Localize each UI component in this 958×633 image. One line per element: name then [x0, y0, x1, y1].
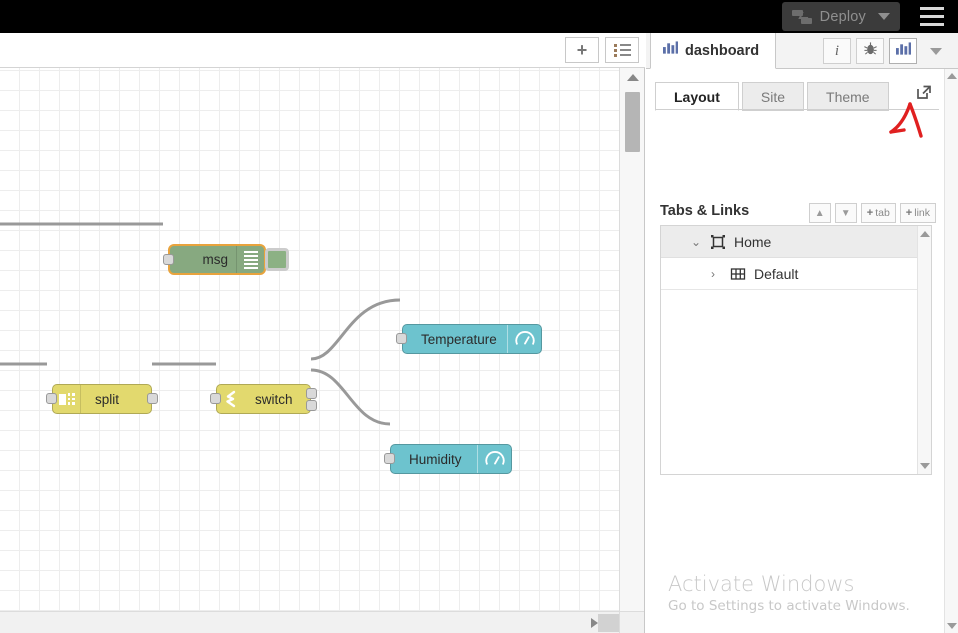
tree-item-label: Default [754, 265, 799, 282]
node-input-port[interactable] [396, 333, 407, 344]
chevron-down-icon[interactable]: ⌄ [691, 235, 705, 249]
tree-scrollbar[interactable] [917, 226, 931, 474]
node-label: msg [202, 252, 228, 267]
workspace-tabbar: + [0, 33, 645, 68]
tab-layout[interactable]: Layout [655, 82, 739, 111]
add-tab-button[interactable]: + tab [860, 203, 896, 223]
node-humidity-gauge[interactable]: Humidity [384, 444, 512, 474]
app-header: Deploy [0, 0, 958, 33]
scroll-up-arrow[interactable] [920, 231, 930, 237]
node-red-editor: Deploy + msg split switch Temperature Hu… [0, 0, 958, 633]
external-link-icon[interactable] [914, 82, 936, 104]
scroll-down-arrow[interactable] [947, 623, 957, 629]
debug-tab-button[interactable] [856, 38, 884, 64]
chevron-right-icon[interactable]: › [711, 267, 725, 281]
sidebar-header: dashboard i [646, 33, 958, 69]
node-label: Humidity [409, 451, 462, 467]
node-output-port[interactable] [147, 393, 158, 404]
right-sidebar: dashboard i Layout Site Theme Tabs & Lin… [646, 33, 958, 633]
vscroll-thumb[interactable] [625, 92, 640, 152]
scrollbar-corner [619, 611, 644, 633]
add-tab-label: tab [875, 207, 890, 219]
node-temperature-gauge[interactable]: Temperature [396, 324, 542, 354]
add-flow-tab-button[interactable]: + [565, 37, 599, 63]
tree-item-label: Home [734, 233, 772, 250]
node-input-port[interactable] [163, 254, 174, 265]
node-input-port[interactable] [210, 393, 221, 404]
debug-lines-icon [236, 246, 264, 273]
sidebar-tab-label: dashboard [685, 42, 760, 59]
list-flows-button[interactable] [605, 37, 639, 63]
info-tab-button[interactable]: i [823, 38, 851, 64]
node-output-port-2[interactable] [306, 400, 317, 411]
chart-icon [895, 41, 911, 61]
tab-theme-label: Theme [826, 88, 870, 105]
debug-toggle-button[interactable] [265, 248, 289, 271]
add-link-button[interactable]: + link [899, 203, 936, 223]
node-input-port[interactable] [384, 453, 395, 464]
node-input-port[interactable] [46, 393, 57, 404]
node-split[interactable]: split [46, 384, 158, 414]
deploy-button-label: Deploy [819, 8, 866, 25]
tab-site[interactable]: Site [741, 82, 805, 111]
tree-item-default[interactable]: › Default [661, 258, 931, 290]
chevron-down-icon: ▼ [840, 207, 851, 219]
scroll-up-arrow[interactable] [627, 74, 639, 81]
scroll-up-arrow[interactable] [947, 73, 957, 79]
plus-icon: + [866, 207, 874, 219]
more-sidebar-tabs-button[interactable] [922, 38, 950, 64]
sidebar-tab-dashboard[interactable]: dashboard [650, 33, 777, 69]
tab-site-label: Site [760, 88, 786, 105]
node-output-port-1[interactable] [306, 388, 317, 399]
node-label: split [95, 391, 120, 407]
chevron-down-icon[interactable] [878, 13, 890, 20]
node-label: Temperature [421, 331, 497, 347]
add-link-label: link [914, 207, 930, 219]
chevron-down-icon [930, 47, 942, 55]
hamburger-menu-icon[interactable] [914, 0, 950, 33]
tab-icon [709, 234, 727, 250]
tree-item-home[interactable]: ⌄ Home [661, 226, 931, 258]
deploy-icon [791, 9, 814, 25]
dashboard-subtabs: Layout Site Theme [655, 81, 949, 111]
sidebar-tab-buttons: i [823, 38, 958, 68]
gauge-icon [477, 445, 511, 473]
subtab-divider [655, 109, 939, 110]
sidebar-scrollbar[interactable] [944, 69, 958, 633]
deploy-button[interactable]: Deploy [781, 2, 900, 31]
dashboard-tab-button[interactable] [889, 38, 917, 64]
grid-group-icon [729, 266, 747, 282]
flow-workspace: + msg split switch Temperature Humidity [0, 33, 645, 633]
list-icon [613, 43, 631, 57]
plus-icon: + [905, 207, 913, 219]
node-debug[interactable]: msg [163, 244, 266, 275]
collapse-all-button[interactable]: ▲ [808, 203, 831, 223]
sidebar-body: Layout Site Theme Tabs & Links ▲ ▼ + tab… [646, 69, 958, 633]
node-label: switch [255, 391, 293, 407]
scroll-right-arrow[interactable] [591, 618, 598, 628]
info-icon: i [834, 42, 840, 59]
plus-icon: + [576, 40, 588, 60]
tab-theme[interactable]: Theme [807, 82, 889, 111]
tabs-links-tree: ⌄ Home › Default [660, 225, 932, 475]
section-toolbar: ▲ ▼ + tab + link [808, 203, 936, 223]
canvas-horizontal-scrollbar[interactable] [0, 611, 620, 633]
canvas-vertical-scrollbar[interactable] [619, 68, 644, 633]
expand-all-button[interactable]: ▼ [834, 203, 857, 223]
dashboard-chart-icon [663, 41, 678, 60]
flow-canvas[interactable]: msg split switch Temperature Humidity [0, 68, 620, 633]
gauge-icon [507, 325, 541, 353]
tab-layout-label: Layout [674, 88, 720, 105]
node-switch[interactable]: switch [210, 384, 317, 414]
bug-icon [863, 41, 878, 61]
hscroll-thumb[interactable] [598, 614, 620, 632]
section-title: Tabs & Links [660, 203, 750, 219]
split-icon [53, 385, 81, 413]
chevron-up-icon: ▲ [814, 207, 825, 219]
scroll-down-arrow[interactable] [920, 463, 930, 469]
